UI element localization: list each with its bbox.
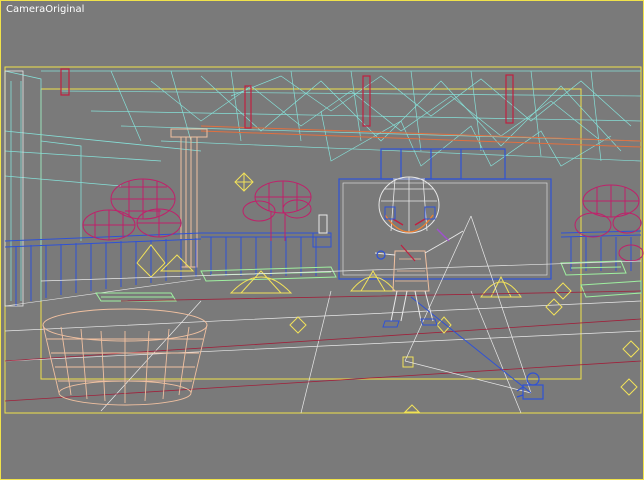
ceiling-beam <box>200 125 642 148</box>
wireframe-scene[interactable] <box>1 1 644 481</box>
safe-frame-outer <box>4 66 642 414</box>
camera-viewport[interactable]: CameraOriginal <box>0 0 644 480</box>
character[interactable] <box>374 176 464 328</box>
hanging-lamps <box>60 68 514 129</box>
trees <box>82 178 644 262</box>
camera-target-lines <box>404 215 532 394</box>
bushes <box>136 244 522 298</box>
ceiling-mesh <box>41 70 642 167</box>
viewport-camera-label[interactable]: CameraOriginal <box>6 4 84 15</box>
railing-left <box>4 232 202 307</box>
back-wall <box>338 148 552 280</box>
safe-frame-inner <box>40 88 582 380</box>
floor <box>4 260 642 414</box>
railing-right <box>560 230 642 271</box>
camera-object[interactable] <box>516 372 544 400</box>
railing-middle <box>201 214 332 276</box>
